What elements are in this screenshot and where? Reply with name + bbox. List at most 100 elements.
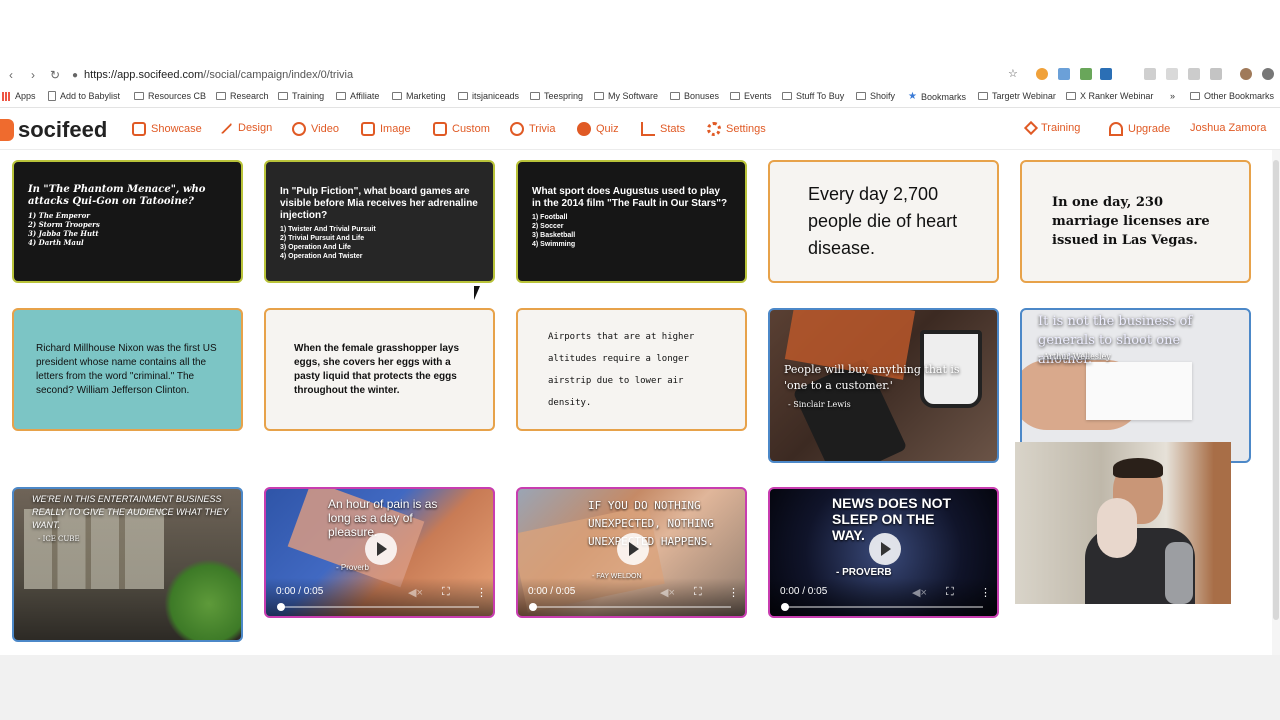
bookmark-apps[interactable]: Apps — [2, 91, 36, 101]
back-icon[interactable]: ‹ — [0, 68, 22, 82]
bookmark-item[interactable]: Shoify — [856, 91, 895, 101]
folder-icon — [730, 92, 740, 100]
video-card[interactable]: NEWS DOES NOT SLEEP ON THE WAY. - PROVER… — [768, 487, 999, 618]
progress-handle[interactable] — [781, 603, 789, 611]
nav-video[interactable]: Video — [292, 122, 339, 136]
video-progress[interactable] — [277, 603, 479, 611]
fact-card[interactable]: Every day 2,700 people die of heart dise… — [768, 160, 999, 283]
nav-custom[interactable]: Custom — [433, 122, 490, 136]
bookmark-item[interactable]: Marketing — [392, 91, 446, 101]
nav-stats[interactable]: Stats — [641, 122, 685, 136]
play-button[interactable] — [365, 533, 397, 565]
fact-text: In one day, 230 marriage licenses are is… — [1052, 195, 1210, 248]
quote-image-card[interactable]: It is not the business of generals to sh… — [1020, 308, 1251, 463]
mute-icon[interactable]: ◀× — [408, 586, 423, 599]
bookmark-item[interactable]: My Software — [594, 91, 658, 101]
bookmark-item[interactable]: Research — [216, 91, 269, 101]
extension-icon[interactable] — [1166, 68, 1178, 80]
fact-card[interactable]: In one day, 230 marriage licenses are is… — [1020, 160, 1251, 283]
bookmark-item[interactable]: Teespring — [530, 91, 583, 101]
play-button[interactable] — [617, 533, 649, 565]
extension-icon[interactable] — [1036, 68, 1048, 80]
trivia-options: 1) Twister And Trivial Pursuit 2) Trivia… — [280, 225, 479, 261]
bookmark-item[interactable]: Stuff To Buy — [782, 91, 844, 101]
bookmark-item[interactable]: Add to Babylist — [48, 91, 120, 101]
fullscreen-icon[interactable]: ⛶ — [946, 586, 954, 599]
bookmark-item[interactable]: Affiliate — [336, 91, 379, 101]
scrollbar-thumb[interactable] — [1273, 160, 1279, 620]
extension-icon[interactable] — [1188, 68, 1200, 80]
folder-icon — [392, 92, 402, 100]
extension-icon[interactable] — [1210, 68, 1222, 80]
bookmark-label: Bookmarks — [920, 91, 966, 102]
video-progress[interactable] — [781, 603, 983, 611]
forward-icon[interactable]: › — [22, 68, 44, 82]
bookmark-item[interactable]: Bonuses — [670, 91, 719, 101]
quote-text: People will buy anything that is 'one to… — [784, 363, 960, 392]
reload-icon[interactable]: ↻ — [44, 68, 66, 82]
bookmark-item[interactable]: X Ranker Webinar — [1066, 91, 1153, 101]
nav-design[interactable]: Design — [219, 121, 272, 135]
nav-label: Joshua Zamora — [1190, 122, 1267, 134]
address-bar[interactable]: https://app.socifeed.com//social/campaig… — [84, 69, 353, 81]
more-options-icon[interactable]: ⋮ — [476, 586, 487, 599]
nav-label: Quiz — [596, 123, 619, 135]
bookmark-item[interactable]: ★ Bookmarks — [908, 91, 966, 102]
more-options-icon[interactable]: ⋮ — [980, 586, 991, 599]
fact-card[interactable]: Richard Millhouse Nixon was the first US… — [12, 308, 243, 431]
quote-image-card[interactable]: WE'RE IN THIS ENTERTAINMENT BUSINESS REA… — [12, 487, 243, 642]
mute-icon[interactable]: ◀× — [660, 586, 675, 599]
upgrade-icon — [1109, 122, 1123, 136]
trivia-card[interactable]: In "Pulp Fiction", what board games are … — [264, 160, 495, 283]
bookmark-item[interactable]: itsjaniceads — [458, 91, 519, 101]
bookmark-label: Resources CB — [148, 91, 207, 101]
extension-icon[interactable] — [1058, 68, 1070, 80]
trivia-option: 2) Trivial Pursuit And Life — [280, 235, 365, 242]
fullscreen-icon[interactable]: ⛶ — [442, 586, 450, 599]
nav-image[interactable]: Image — [361, 122, 411, 136]
bookmarks-bar: Apps Add to Babylist Resources CB Resear… — [0, 86, 1280, 108]
nav-trivia[interactable]: Trivia — [510, 122, 555, 136]
bookmark-label: Add to Babylist — [60, 91, 121, 101]
quote-image-card[interactable]: People will buy anything that is 'one to… — [768, 308, 999, 463]
nav-label: Settings — [726, 123, 766, 135]
line-chart-icon — [641, 122, 655, 136]
scrollbar[interactable] — [1272, 150, 1280, 655]
more-options-icon[interactable]: ⋮ — [728, 586, 739, 599]
extension-icon[interactable] — [1080, 68, 1092, 80]
video-card[interactable]: IF YOU DO NOTHING UNEXPECTED, NOTHING UN… — [516, 487, 747, 618]
nav-quiz[interactable]: Quiz — [577, 122, 619, 136]
bookmark-item[interactable]: Other Bookmarks — [1190, 91, 1274, 101]
bookmark-item[interactable]: Resources CB — [134, 91, 206, 101]
trivia-card[interactable]: What sport does Augustus used to play in… — [516, 160, 747, 283]
nav-upgrade[interactable]: Upgrade — [1109, 122, 1170, 136]
mouse-cursor-icon — [474, 286, 486, 300]
fullscreen-icon[interactable]: ⛶ — [694, 586, 702, 599]
webcam-overlay — [1015, 442, 1231, 604]
trivia-card[interactable]: In "The Phantom Menace", who attacks Qui… — [12, 160, 243, 283]
extension-icon[interactable] — [1100, 68, 1112, 80]
quote-author: - Sinclair Lewis — [788, 400, 851, 409]
nav-user-name[interactable]: Joshua Zamora — [1190, 122, 1266, 134]
bookmark-label: Apps — [15, 91, 36, 101]
bookmarks-overflow-button[interactable]: » — [1170, 91, 1175, 101]
fact-card[interactable]: Airports that are at higher altitudes re… — [516, 308, 747, 431]
fact-card[interactable]: When the female grasshopper lays eggs, s… — [264, 308, 495, 431]
bookmark-item[interactable]: Targetr Webinar — [978, 91, 1056, 101]
mute-icon[interactable]: ◀× — [912, 586, 927, 599]
nav-settings[interactable]: Settings — [707, 122, 766, 136]
play-button[interactable] — [869, 533, 901, 565]
star-icon[interactable]: ☆ — [1008, 67, 1020, 80]
progress-handle[interactable] — [277, 603, 285, 611]
bookmark-item[interactable]: Training — [278, 91, 324, 101]
nav-training[interactable]: Training — [1023, 120, 1080, 136]
nav-showcase[interactable]: Showcase — [132, 122, 202, 136]
extension-icon[interactable] — [1144, 68, 1156, 80]
logo[interactable]: socifeed — [0, 117, 107, 143]
video-progress[interactable] — [529, 603, 731, 611]
bookmark-item[interactable]: Events — [730, 91, 772, 101]
menu-icon[interactable] — [1262, 68, 1274, 80]
profile-avatar[interactable] — [1240, 68, 1252, 80]
progress-handle[interactable] — [529, 603, 537, 611]
video-card[interactable]: An hour of pain is as long as a day of p… — [264, 487, 495, 618]
